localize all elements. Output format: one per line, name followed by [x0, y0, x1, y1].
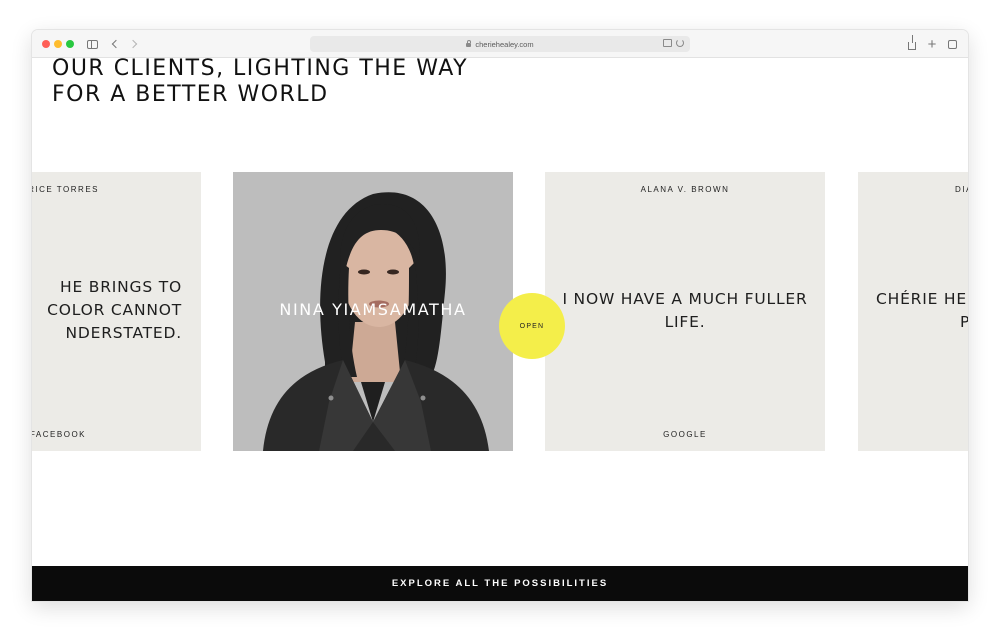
testimonial-quote: HE BRINGS TO COLOR CANNOT NDERSTATED. — [47, 278, 182, 342]
minimize-window-button[interactable] — [54, 40, 62, 48]
forward-arrow-icon[interactable] — [126, 36, 142, 52]
client-name: DIA — [955, 185, 968, 194]
open-button[interactable]: OPEN — [499, 293, 565, 359]
testimonial-card[interactable]: ALANA V. BROWN I NOW HAVE A MUCH FULLER … — [545, 172, 825, 451]
zoom-window-button[interactable] — [66, 40, 74, 48]
address-bar[interactable]: cheriehealey.com — [310, 36, 690, 52]
testimonial-quote: CHÉRIE HE PU — [876, 290, 968, 331]
page-content: OUR CLIENTS, LIGHTING THE WAY FOR A BETT… — [32, 58, 968, 601]
client-name: ERICE TORRES — [32, 185, 99, 194]
sidebar-toggle-icon[interactable] — [84, 36, 100, 52]
testimonial-photo-card[interactable]: NINA YIAMSAMATHA — [233, 172, 513, 451]
client-company: FACEBOOK — [32, 430, 86, 439]
tab-overview-icon[interactable] — [944, 36, 962, 52]
section-heading: OUR CLIENTS, LIGHTING THE WAY FOR A BETT… — [52, 58, 469, 107]
browser-toolbar: cheriehealey.com + — [32, 30, 968, 58]
browser-window: cheriehealey.com + OUR CLIENTS, LIGHTING… — [32, 30, 968, 601]
client-company: GOOGLE — [663, 430, 707, 439]
back-arrow-icon[interactable] — [106, 36, 122, 52]
testimonial-card[interactable]: DIA CHÉRIE HE PU — [858, 172, 968, 451]
close-window-button[interactable] — [42, 40, 50, 48]
new-tab-plus-icon[interactable]: + — [924, 36, 940, 53]
reload-icon[interactable] — [676, 39, 684, 47]
photo-client-name: NINA YIAMSAMATHA — [279, 300, 467, 319]
client-name: ALANA V. BROWN — [640, 185, 730, 194]
testimonial-quote: I NOW HAVE A MUCH FULLER LIFE. — [562, 290, 808, 331]
lock-icon — [466, 40, 472, 47]
url-text: cheriehealey.com — [475, 39, 534, 49]
share-icon[interactable] — [904, 35, 920, 52]
testimonial-card[interactable]: ERICE TORRES HE BRINGS TO COLOR CANNOT N… — [32, 172, 201, 451]
translate-icon[interactable] — [663, 39, 672, 47]
explore-all-button[interactable]: EXPLORE ALL THE POSSIBILITIES — [32, 566, 968, 601]
